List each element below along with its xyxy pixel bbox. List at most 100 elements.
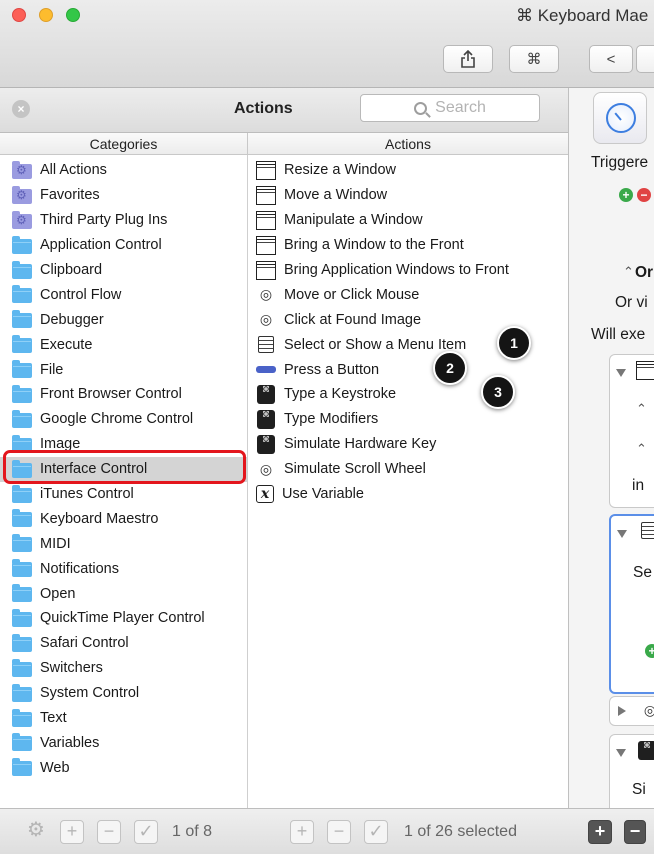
disclosure-triangle-icon[interactable] xyxy=(618,706,626,716)
category-item[interactable]: System Control xyxy=(0,681,247,706)
actions-panel: × Actions Search Categories Actions All … xyxy=(0,88,568,808)
window-minimize-button[interactable] xyxy=(39,8,53,22)
window-close-button[interactable] xyxy=(12,8,26,22)
keystroke-icon: ⌘ xyxy=(257,384,275,404)
action-card-collapsed[interactable]: ◎ xyxy=(609,696,654,726)
category-item[interactable]: Clipboard xyxy=(0,258,247,283)
panel-title: Actions xyxy=(234,100,293,117)
folder-icon xyxy=(12,683,32,702)
category-item[interactable]: Execute xyxy=(0,332,247,357)
category-item[interactable]: Debugger xyxy=(0,307,247,332)
action-item[interactable]: Bring Application Windows to Front xyxy=(248,258,568,283)
action-card-selected[interactable]: Se + xyxy=(609,514,654,694)
gear-icon[interactable]: ⚙ xyxy=(24,820,48,844)
folder-icon xyxy=(12,260,32,279)
folder-icon xyxy=(12,608,32,627)
mouse-click-icon: ◎ xyxy=(259,286,273,303)
window-titlebar: ⌘ Keyboard Mae ⌘ < xyxy=(0,0,654,88)
action-item[interactable]: ⌘ Type a Keystroke xyxy=(248,382,568,407)
stepper-icon[interactable]: ⌃ xyxy=(636,401,647,417)
actions-column-header[interactable]: Actions xyxy=(248,133,568,155)
category-item[interactable]: Google Chrome Control xyxy=(0,407,247,432)
folder-icon xyxy=(12,758,32,777)
back-button[interactable]: < xyxy=(589,45,633,73)
category-item[interactable]: All Actions xyxy=(0,158,247,183)
callout-badge: 2 xyxy=(433,351,467,385)
add-macro-action-button[interactable]: + xyxy=(588,820,612,844)
folder-icon xyxy=(12,509,32,528)
window-icon xyxy=(636,361,654,380)
mouse-click-icon: ◎ xyxy=(259,460,273,477)
action-item[interactable]: Move a Window xyxy=(248,183,568,208)
category-item[interactable]: Switchers xyxy=(0,656,247,681)
category-item[interactable]: Third Party Plug Ins xyxy=(0,208,247,233)
macro-icon[interactable] xyxy=(593,92,647,144)
folder-icon xyxy=(12,335,32,354)
category-item[interactable]: Front Browser Control xyxy=(0,382,247,407)
category-item[interactable]: Control Flow xyxy=(0,282,247,307)
action-item[interactable]: Bring a Window to the Front xyxy=(248,233,568,258)
disclosure-triangle-icon[interactable] xyxy=(616,369,626,377)
enable-category-button[interactable]: ✓ xyxy=(134,820,158,844)
window-icon xyxy=(256,160,276,180)
add-category-button[interactable]: + xyxy=(60,820,84,844)
category-item[interactable]: QuickTime Player Control xyxy=(0,606,247,631)
remove-macro-action-button[interactable]: − xyxy=(624,820,646,844)
callout-badge: 1 xyxy=(497,326,531,360)
menu-icon xyxy=(258,336,274,354)
action-item[interactable]: x Use Variable xyxy=(248,482,568,507)
window-zoom-button[interactable] xyxy=(66,8,80,22)
window-title: ⌘ Keyboard Mae xyxy=(516,6,649,25)
action-item[interactable]: Manipulate a Window xyxy=(248,208,568,233)
action-card-4[interactable]: ⌘ Si xyxy=(609,734,654,808)
category-item[interactable]: Safari Control xyxy=(0,631,247,656)
disclosure-triangle-icon[interactable] xyxy=(617,530,627,538)
action-item[interactable]: ◎ Simulate Scroll Wheel xyxy=(248,457,568,482)
category-item[interactable]: Notifications xyxy=(0,556,247,581)
folder-icon xyxy=(12,409,32,428)
stepper-icon[interactable]: ⌃ xyxy=(623,264,634,280)
category-item[interactable]: Web xyxy=(0,755,247,780)
search-placeholder: Search xyxy=(435,99,486,116)
search-input[interactable]: Search xyxy=(360,94,540,122)
action-card-1[interactable]: ⌃ ⌃ in xyxy=(609,354,654,508)
share-button[interactable] xyxy=(443,45,493,73)
simulate-label: Si xyxy=(632,781,646,798)
category-item[interactable]: iTunes Control xyxy=(0,482,247,507)
remove-action-button[interactable]: − xyxy=(327,820,351,844)
window-icon xyxy=(256,210,276,230)
action-item[interactable]: ◎ Move or Click Mouse xyxy=(248,282,568,307)
action-item[interactable]: Resize a Window xyxy=(248,158,568,183)
categories-column-header[interactable]: Categories xyxy=(0,133,248,155)
category-item[interactable]: Open xyxy=(0,581,247,606)
close-icon[interactable]: × xyxy=(12,100,30,118)
folder-icon xyxy=(12,235,32,254)
category-item[interactable]: Favorites xyxy=(0,183,247,208)
or-label: Or xyxy=(635,264,654,281)
add-icon[interactable]: + xyxy=(645,644,654,658)
stepper-icon[interactable]: ⌃ xyxy=(636,441,647,457)
folder-icon xyxy=(12,559,32,578)
action-item[interactable]: Press a Button xyxy=(248,357,568,382)
category-item[interactable]: MIDI xyxy=(0,531,247,556)
action-item[interactable]: ⌘ Type Modifiers xyxy=(248,407,568,432)
remove-category-button[interactable]: − xyxy=(97,820,121,844)
folder-icon xyxy=(12,733,32,752)
category-item[interactable]: Variables xyxy=(0,730,247,755)
add-action-button[interactable]: + xyxy=(290,820,314,844)
forward-button[interactable] xyxy=(636,45,654,73)
or-vi-label: Or vi xyxy=(615,294,648,311)
window-icon xyxy=(256,235,276,255)
category-item[interactable]: Application Control xyxy=(0,233,247,258)
search-icon xyxy=(414,101,428,115)
command-button[interactable]: ⌘ xyxy=(509,45,559,73)
category-item[interactable]: File xyxy=(0,357,247,382)
remove-trigger-icon[interactable]: − xyxy=(637,188,651,202)
action-item[interactable]: ⌘ Simulate Hardware Key xyxy=(248,432,568,457)
selection-highlight xyxy=(3,450,246,484)
disclosure-triangle-icon[interactable] xyxy=(616,749,626,757)
add-trigger-icon[interactable]: + xyxy=(619,188,633,202)
category-item[interactable]: Keyboard Maestro xyxy=(0,506,247,531)
enable-action-button[interactable]: ✓ xyxy=(364,820,388,844)
category-item[interactable]: Text xyxy=(0,706,247,731)
